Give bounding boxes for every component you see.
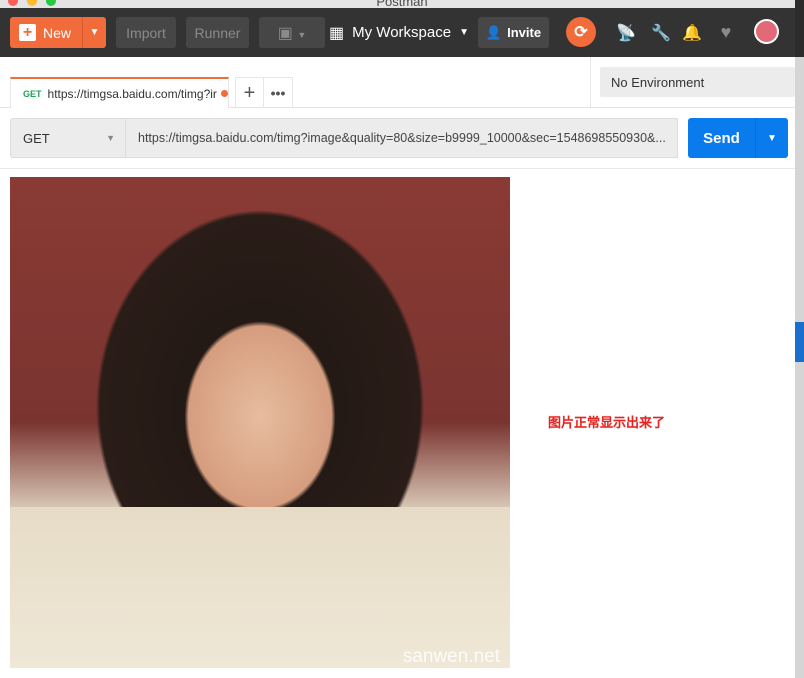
chevron-down-icon: ▼: [459, 27, 469, 38]
method-select[interactable]: GET ▼: [10, 118, 126, 158]
image-watermark: sanwen.net: [402, 646, 500, 667]
new-dropdown-button[interactable]: ▼: [82, 17, 106, 48]
heart-icon[interactable]: ♥: [714, 17, 738, 48]
annotation-text: 图片正常显示出来了: [548, 415, 666, 430]
response-image: sanwen.net: [10, 177, 510, 668]
new-window-button[interactable]: ▣ ▼: [259, 17, 325, 48]
chevron-down-icon: ▼: [106, 133, 115, 143]
add-tab-button[interactable]: +: [236, 78, 265, 108]
url-input[interactable]: https://timgsa.baidu.com/timg?image&qual…: [126, 118, 678, 158]
workspace-selector[interactable]: ▦ My Workspace ▼: [328, 17, 470, 48]
satellite-icon[interactable]: 📡: [614, 17, 638, 48]
window-title: Postman: [376, 0, 428, 8]
invite-button[interactable]: 👤 Invite: [478, 17, 549, 48]
runner-button[interactable]: Runner: [186, 17, 249, 48]
send-dropdown-button[interactable]: ▼: [755, 118, 788, 158]
sync-icon[interactable]: ⟳: [566, 17, 596, 47]
wrench-icon[interactable]: 🔧: [649, 17, 673, 48]
divider: [0, 168, 795, 169]
environment-selector[interactable]: No Environment: [600, 67, 795, 97]
tab-actions: + •••: [235, 77, 293, 108]
import-button[interactable]: Import: [116, 17, 176, 48]
background-window: [795, 0, 804, 678]
bell-icon[interactable]: 🔔: [680, 17, 704, 48]
grid-icon: ▦: [329, 24, 345, 42]
new-button[interactable]: + New: [10, 17, 82, 48]
plus-icon: +: [19, 24, 36, 41]
header-toolbar: + New ▼ Import Runner ▣ ▼ ▦ My Workspace…: [0, 8, 795, 57]
window-titlebar: Postman: [0, 0, 804, 8]
send-button[interactable]: Send: [688, 118, 755, 158]
avatar[interactable]: [754, 19, 779, 44]
request-tabs-bar: GET https://timgsa.baidu.com/timg?ir + •…: [0, 57, 795, 108]
tab-request[interactable]: GET https://timgsa.baidu.com/timg?ir: [10, 77, 229, 108]
image-clothing: [10, 507, 510, 668]
new-window-icon: ▣ ▼: [277, 24, 307, 42]
add-user-icon: 👤: [485, 24, 503, 40]
divider: [590, 57, 591, 107]
unsaved-dot-icon: [220, 90, 228, 97]
more-icon[interactable]: •••: [264, 78, 292, 108]
